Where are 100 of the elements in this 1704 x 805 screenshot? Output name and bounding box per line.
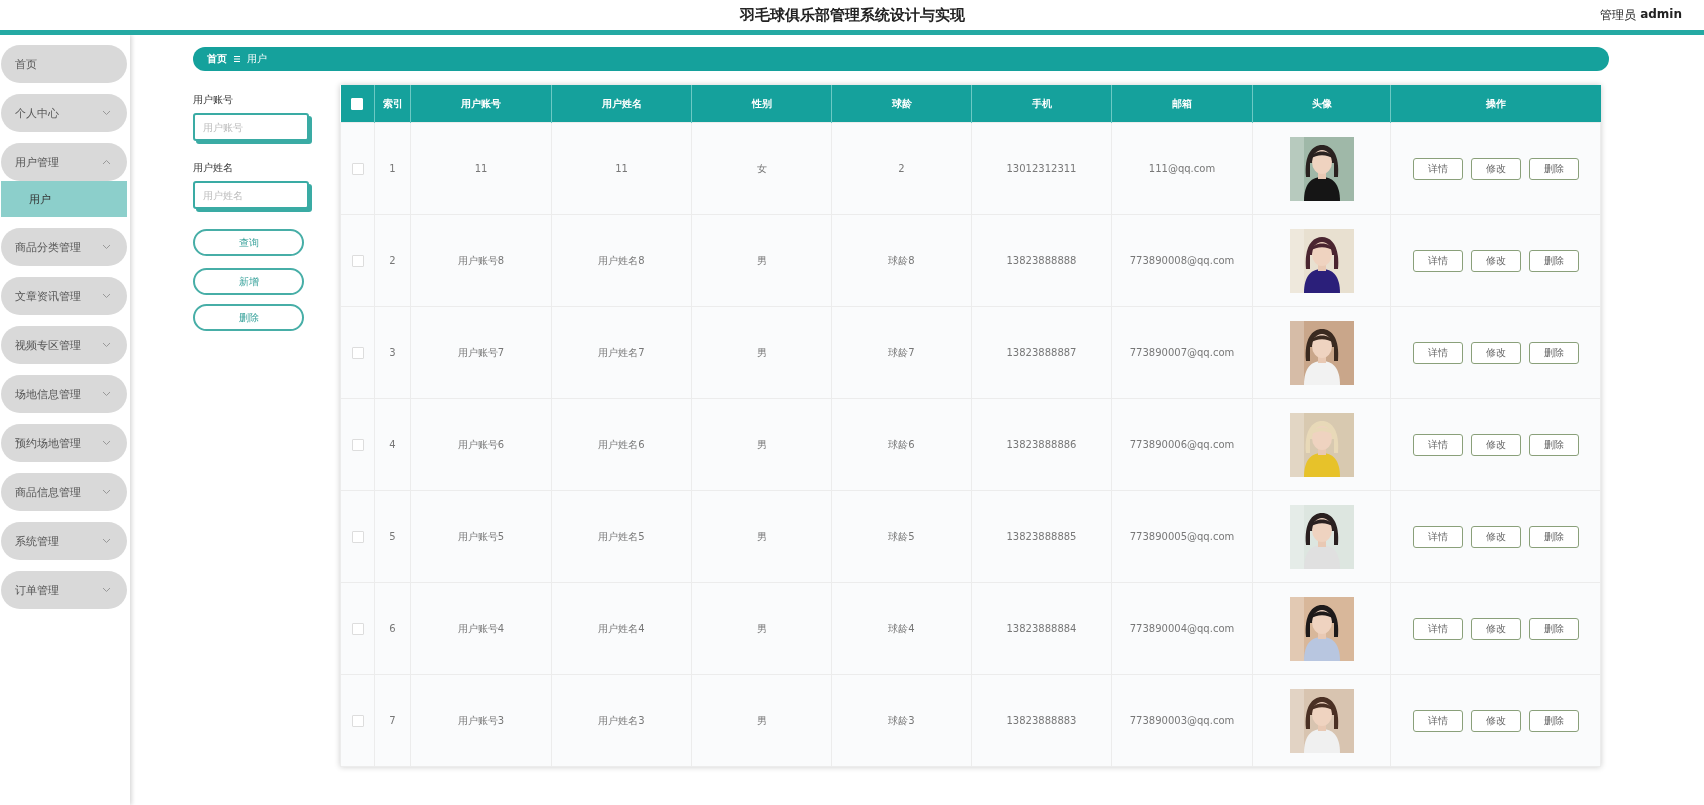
column-header: 邮箱 [1172,97,1192,109]
action-button[interactable]: 修改 [1470,157,1521,180]
row-checkbox[interactable] [351,530,364,543]
action-button[interactable]: 删除 [1528,525,1579,548]
chevron-down-icon [102,538,111,544]
action-button[interactable]: 删除 [1528,617,1579,640]
action-button[interactable]: 修改 [1470,341,1521,364]
sidebar-item[interactable]: 商品信息管理 [1,473,127,511]
sidebar-item[interactable]: 首页 [1,45,127,83]
sidebar-item[interactable]: 用户管理 [1,143,127,181]
sidebar-item[interactable]: 商品分类管理 [1,228,127,266]
field-label: 用户姓名 [193,161,234,175]
column-header: 操作 [1485,97,1506,109]
sidebar-item[interactable]: 系统管理 [1,522,127,560]
sidebar-item[interactable]: 个人中心 [1,94,127,132]
action-button[interactable]: 修改 [1470,617,1521,640]
action-button[interactable]: 详情 [1412,709,1463,732]
table-cell: 用户姓名4 [598,622,645,634]
table-cell: 男 [756,438,767,450]
sidebar-item[interactable]: 视频专区管理 [1,326,127,364]
input-field[interactable]: 用户姓名 [193,181,309,209]
role-label: 管理员 [1600,7,1637,24]
table-cell: 11 [615,163,628,174]
table-cell: 13823888886 [1006,439,1077,450]
row-checkbox[interactable] [351,622,364,635]
table-cell: 7 [389,715,396,726]
table-cell: 2 [898,163,905,174]
table-cell: 13823888885 [1006,531,1077,542]
column-header: 索引 [382,97,403,109]
action-button[interactable]: 详情 [1412,525,1463,548]
column-header: 性别 [751,97,772,109]
chevron-down-icon [102,489,111,495]
table-cell: 2 [389,255,396,266]
action-button[interactable]: 详情 [1412,249,1463,272]
form-button[interactable]: 删除 [193,304,304,331]
sidebar-item[interactable]: 预约场地管理 [1,424,127,462]
action-button[interactable]: 修改 [1470,249,1521,272]
table-cell: 13823888884 [1006,623,1077,634]
table-cell: 6 [389,623,396,634]
action-button[interactable]: 详情 [1412,157,1463,180]
chevron-down-icon [102,342,111,348]
action-button[interactable]: 删除 [1528,249,1579,272]
table-cell: 13823888887 [1006,347,1077,358]
row-checkbox[interactable] [351,162,364,175]
table-cell: 13823888883 [1006,715,1077,726]
row-checkbox[interactable] [351,438,364,451]
action-button[interactable]: 详情 [1412,433,1463,456]
table-cell: 用户账号3 [457,714,505,726]
action-button[interactable]: 修改 [1470,709,1521,732]
table-cell: 球龄7 [888,346,915,358]
table-cell: 男 [756,714,767,726]
table-cell: 111@qq.com [1148,163,1216,174]
table-cell: 773890003@qq.com [1129,715,1235,726]
column-header: 球龄 [891,97,912,109]
username: admin [1640,7,1682,23]
row-checkbox[interactable] [351,714,364,727]
action-button[interactable]: 修改 [1470,433,1521,456]
chevron-down-icon [102,293,111,299]
input-field[interactable]: 用户账号 [193,113,309,141]
table-cell: 男 [756,622,767,634]
chevron-up-icon [102,159,111,165]
sidebar-subitem[interactable]: 用户 [1,181,127,217]
action-button[interactable]: 删除 [1528,433,1579,456]
action-button[interactable]: 删除 [1528,157,1579,180]
table-cell: 球龄8 [888,254,915,266]
column-header: 头像 [1311,97,1332,109]
table-cell: 用户姓名7 [598,346,645,358]
table-cell: 13823888888 [1006,255,1077,266]
action-button[interactable]: 删除 [1528,709,1579,732]
sidebar-item[interactable]: 文章资讯管理 [1,277,127,315]
chevron-down-icon [102,110,111,116]
row-checkbox[interactable] [351,254,364,267]
chevron-down-icon [102,391,111,397]
table-cell: 球龄6 [888,438,915,450]
action-button[interactable]: 详情 [1412,617,1463,640]
action-button[interactable]: 详情 [1412,341,1463,364]
sidebar-item[interactable]: 场地信息管理 [1,375,127,413]
table-cell: 女 [756,162,767,174]
table-cell: 773890007@qq.com [1129,347,1235,358]
separator-icon [233,55,241,63]
action-button[interactable]: 删除 [1528,341,1579,364]
table-cell: 773890008@qq.com [1129,255,1235,266]
table-cell: 5 [389,531,396,542]
table-cell: 男 [756,530,767,542]
form-button[interactable]: 查询 [193,229,304,256]
row-checkbox[interactable] [351,346,364,359]
sidebar-item[interactable]: 订单管理 [1,571,127,609]
chevron-down-icon [102,440,111,446]
column-header: 用户姓名 [601,97,642,109]
table-cell: 用户账号7 [457,346,505,358]
form-button[interactable]: 新增 [193,268,304,295]
select-all-checkbox[interactable] [351,97,364,110]
action-button[interactable]: 修改 [1470,525,1521,548]
column-header: 手机 [1031,97,1052,109]
table-cell: 用户姓名3 [598,714,645,726]
table-cell: 13012312311 [1006,163,1077,174]
table-cell: 用户账号4 [457,622,505,634]
table-cell: 用户姓名8 [598,254,645,266]
table-cell: 球龄5 [888,530,915,542]
table-cell: 4 [389,439,396,450]
